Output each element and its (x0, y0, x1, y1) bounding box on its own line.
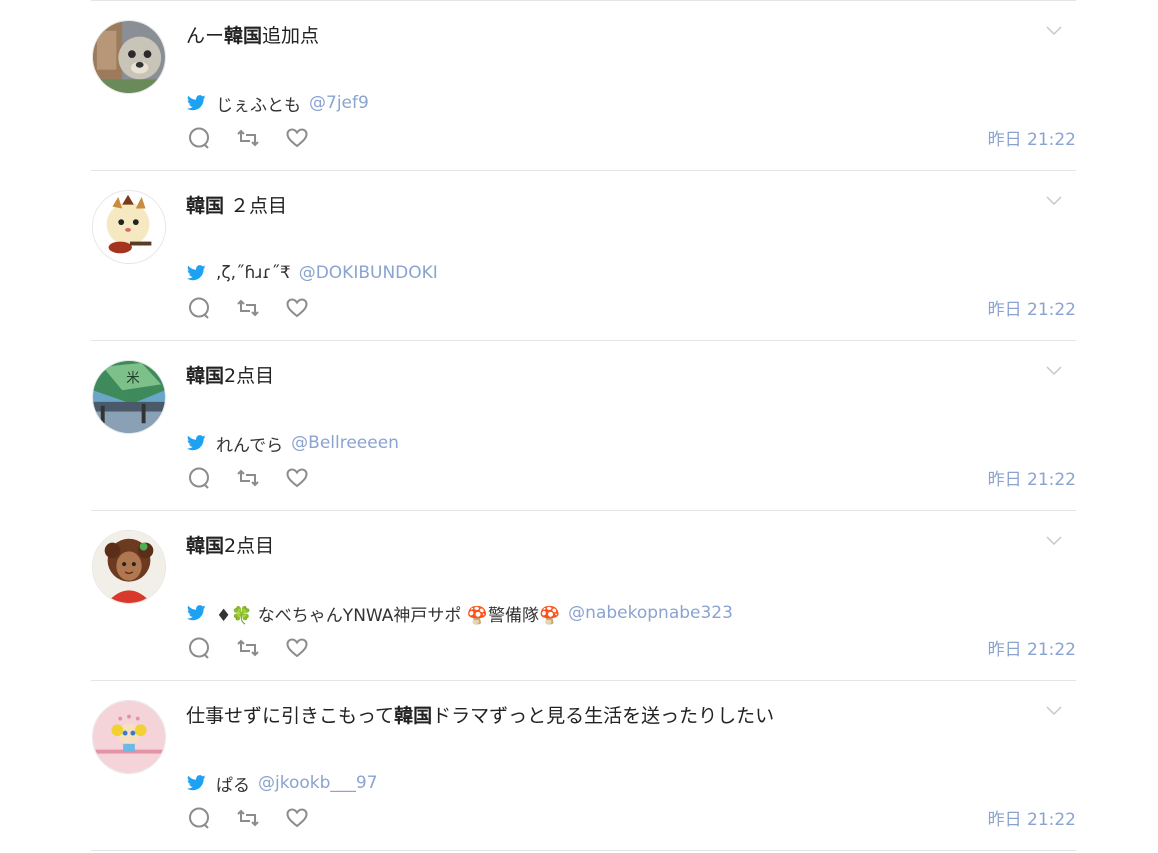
reply-icon[interactable] (187, 806, 211, 830)
author-handle[interactable]: @nabekopnabe323 (568, 603, 733, 623)
reply-icon[interactable] (187, 466, 211, 490)
tweet-text-after: ２点目 (224, 195, 288, 217)
twitter-bird-icon (186, 775, 206, 791)
tweet-text-before: 仕事せずに引きこもって (186, 705, 395, 727)
retweet-icon[interactable] (236, 636, 260, 660)
retweet-icon[interactable] (236, 296, 260, 320)
tweet-text-after: 追加点 (262, 25, 320, 47)
twitter-bird-icon (186, 605, 206, 621)
tweet-timestamp[interactable]: 昨日 21:22 (988, 295, 1076, 320)
heart-icon[interactable] (285, 636, 309, 660)
tweet-text: 韓国2点目 (186, 362, 274, 390)
tweet-author: れんでら @Bellreeeen (186, 431, 399, 456)
reply-icon[interactable] (187, 126, 211, 150)
tweet-feed: んー韓国追加点 じぇふとも @7jef9 昨日 21:22 韓国 ２点目 ,ζ,… (91, 0, 1076, 851)
avatar-image (93, 21, 165, 93)
tweet-text: 仕事せずに引きこもって韓国ドラマずっと見る生活を送ったりしたい (186, 702, 774, 730)
tweet-text: 韓国2点目 (186, 532, 274, 560)
avatar-image (93, 531, 165, 603)
twitter-bird-icon (186, 435, 206, 451)
tweet-item: 韓国2点目 ♦🍀 なべちゃんYNWA神戸サポ 🍄警備隊🍄 @nabekopnab… (91, 510, 1076, 680)
tweet-timestamp[interactable]: 昨日 21:22 (988, 125, 1076, 150)
tweet-author: ぱる @jkookb___97 (186, 771, 378, 796)
chevron-down-icon[interactable] (1046, 701, 1062, 716)
author-name: ♦🍀 なべちゃんYNWA神戸サポ 🍄警備隊🍄 (216, 605, 561, 626)
avatar[interactable]: 米 (92, 360, 166, 434)
author-name: ,ζ,˝ɦɹɾ˝₹ (216, 263, 291, 283)
chevron-down-icon[interactable] (1046, 361, 1062, 376)
twitter-bird-icon (186, 265, 206, 281)
author-name: れんでら (216, 435, 284, 456)
avatar[interactable] (92, 530, 166, 604)
twitter-bird-icon (186, 95, 206, 111)
retweet-icon[interactable] (236, 806, 260, 830)
author-name: ぱる (216, 775, 250, 796)
author-handle[interactable]: @DOKIBUNDOKI (299, 263, 438, 283)
tweet-actions (187, 466, 334, 490)
author-handle[interactable]: @Bellreeeen (291, 433, 399, 453)
avatar[interactable] (92, 700, 166, 774)
tweet-timestamp[interactable]: 昨日 21:22 (988, 635, 1076, 660)
tweet-author: ,ζ,˝ɦɹɾ˝₹ @DOKIBUNDOKI (186, 261, 438, 285)
tweet-actions (187, 126, 334, 150)
tweet-item: 韓国 ２点目 ,ζ,˝ɦɹɾ˝₹ @DOKIBUNDOKI 昨日 21:22 (91, 170, 1076, 340)
tweet-actions (187, 636, 334, 660)
avatar[interactable] (92, 20, 166, 94)
chevron-down-icon[interactable] (1046, 21, 1062, 36)
tweet-actions (187, 806, 334, 830)
tweet-keyword: 韓国 (394, 705, 433, 727)
tweet-keyword: 韓国 (224, 25, 263, 47)
tweet-keyword: 韓国 (186, 365, 225, 387)
tweet-text-before: んー (186, 25, 225, 47)
chevron-down-icon[interactable] (1046, 191, 1062, 206)
tweet-item: 米 韓国2点目 れんでら @Bellreeeen 昨日 21:22 (91, 340, 1076, 510)
tweet-item: んー韓国追加点 じぇふとも @7jef9 昨日 21:22 (91, 0, 1076, 170)
tweet-author: ♦🍀 なべちゃんYNWA神戸サポ 🍄警備隊🍄 @nabekopnabe323 (186, 601, 733, 626)
tweet-keyword: 韓国 (186, 195, 225, 217)
avatar-image (93, 701, 165, 773)
heart-icon[interactable] (285, 466, 309, 490)
reply-icon[interactable] (187, 636, 211, 660)
retweet-icon[interactable] (236, 466, 260, 490)
avatar-image (93, 191, 165, 263)
tweet-keyword: 韓国 (186, 535, 225, 557)
tweet-author: じぇふとも @7jef9 (186, 91, 369, 116)
author-handle[interactable]: @jkookb___97 (258, 773, 378, 793)
author-name: じぇふとも (216, 95, 301, 116)
tweet-timestamp[interactable]: 昨日 21:22 (988, 465, 1076, 490)
heart-icon[interactable] (285, 296, 309, 320)
chevron-down-icon[interactable] (1046, 531, 1062, 546)
author-handle[interactable]: @7jef9 (309, 93, 369, 113)
tweet-text: んー韓国追加点 (186, 22, 319, 50)
tweet-text-after: 2点目 (224, 535, 275, 557)
tweet-text-after: ドラマずっと見る生活を送ったりしたい (432, 705, 775, 727)
avatar[interactable] (92, 190, 166, 264)
heart-icon[interactable] (285, 806, 309, 830)
tweet-actions (187, 296, 334, 320)
tweet-text: 韓国 ２点目 (186, 192, 287, 220)
reply-icon[interactable] (187, 296, 211, 320)
tweet-timestamp[interactable]: 昨日 21:22 (988, 805, 1076, 830)
heart-icon[interactable] (285, 126, 309, 150)
avatar-image: 米 (93, 361, 165, 433)
retweet-icon[interactable] (236, 126, 260, 150)
tweet-text-after: 2点目 (224, 365, 275, 387)
tweet-item: 仕事せずに引きこもって韓国ドラマずっと見る生活を送ったりしたい ぱる @jkoo… (91, 680, 1076, 851)
svg-text:米: 米 (126, 370, 140, 386)
